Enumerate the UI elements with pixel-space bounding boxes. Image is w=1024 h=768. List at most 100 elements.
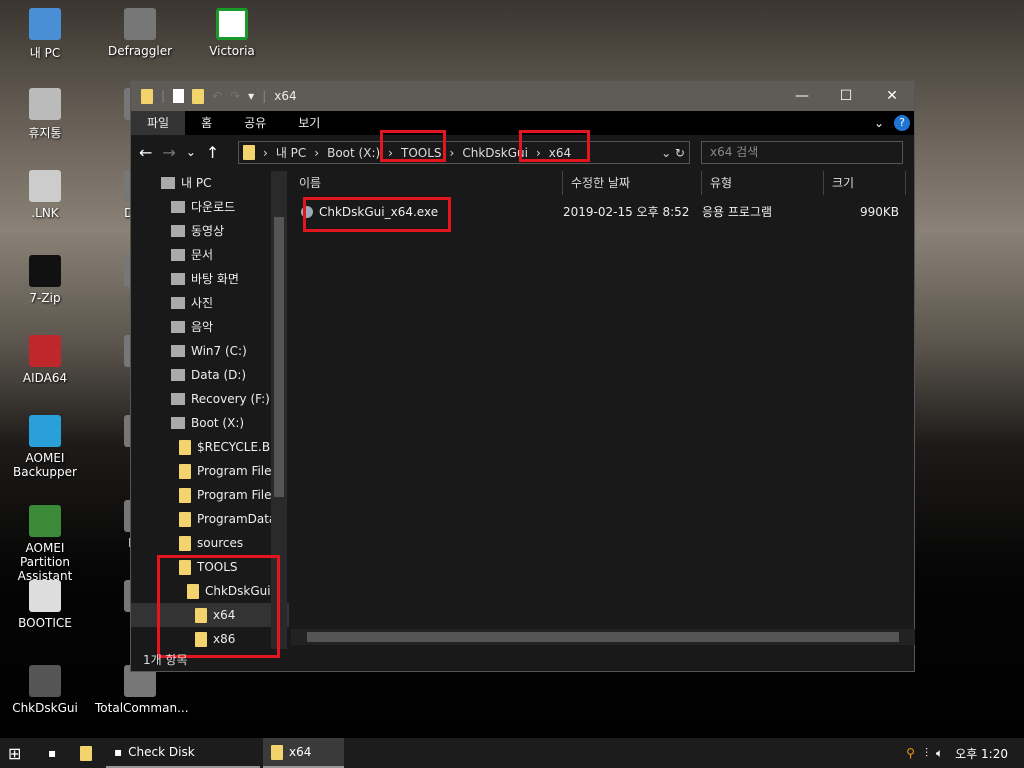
- clock[interactable]: 오후 1:20: [955, 745, 1008, 762]
- horizontal-scrollbar[interactable]: [291, 629, 915, 645]
- properties-icon[interactable]: [173, 89, 185, 103]
- tree-label: 동영상: [191, 224, 225, 238]
- column-headers: 이름 수정한 날짜 유형 크기: [291, 171, 915, 195]
- search-icon[interactable]: ⚲: [906, 746, 915, 760]
- customize-icon[interactable]: ▾: [248, 89, 254, 103]
- file-type: 응용 프로그램: [702, 205, 773, 219]
- column-size[interactable]: 크기: [824, 171, 906, 195]
- mixer-icon[interactable]: ⫶: [925, 746, 928, 761]
- recent-icon[interactable]: ⌄: [186, 145, 196, 159]
- location-icon: [171, 273, 185, 285]
- desktop-icon[interactable]: ChkDskGui: [0, 665, 90, 715]
- expand-ribbon-icon[interactable]: ⌄: [874, 116, 884, 130]
- refresh-icon[interactable]: ⌄ ↻: [661, 146, 685, 160]
- tree-item[interactable]: 사진: [131, 291, 289, 315]
- cmd-icon[interactable]: ▪: [40, 738, 72, 768]
- tree-label: 다운로드: [191, 200, 236, 214]
- location-icon: [171, 297, 185, 309]
- desktop-icon[interactable]: AOMEI Backupper: [0, 415, 90, 479]
- search-input[interactable]: x64 검색: [701, 141, 903, 164]
- column-name[interactable]: 이름: [291, 171, 563, 195]
- tree-item[interactable]: 문서: [131, 243, 289, 267]
- desktop-icon[interactable]: 7-Zip: [0, 255, 90, 305]
- tree-item[interactable]: $RECYCLE.BIN: [131, 435, 289, 459]
- title-bar[interactable]: | ↶ ↷ ▾ | x64 — ☐ ✕: [131, 81, 914, 111]
- folder-icon: [179, 463, 191, 479]
- explorer-window: | ↶ ↷ ▾ | x64 — ☐ ✕ 파일 홈 공유 보기 ⌄ ? ← → ⌄…: [130, 80, 915, 672]
- up-icon[interactable]: ↑: [206, 143, 219, 162]
- location-icon: [171, 225, 185, 237]
- tree-item[interactable]: sources: [131, 531, 289, 555]
- column-date[interactable]: 수정한 날짜: [563, 171, 702, 195]
- app-icon: [29, 415, 61, 447]
- tree-label: 사진: [191, 296, 214, 310]
- address-bar[interactable]: › 내 PC › Boot (X:) › TOOLS › ChkDskGui › x64 …: [238, 141, 690, 164]
- redo-icon[interactable]: ↷: [230, 89, 240, 103]
- desktop-icon[interactable]: BOOTICE: [0, 580, 90, 630]
- tab-home[interactable]: 홈: [185, 111, 228, 135]
- highlight-box: [380, 130, 446, 162]
- close-button[interactable]: ✕: [869, 81, 915, 111]
- desktop-icon[interactable]: TotalComman...: [95, 665, 189, 715]
- highlight-box: [519, 130, 590, 162]
- location-icon: [171, 201, 185, 213]
- app-icon: [29, 505, 61, 537]
- folder-icon: [141, 88, 153, 104]
- tree-item[interactable]: Program Files: [131, 483, 289, 507]
- tree-item[interactable]: ProgramData: [131, 507, 289, 531]
- desktop-icon[interactable]: .LNK: [0, 170, 90, 220]
- tree-label: 문서: [191, 248, 214, 262]
- tree-item[interactable]: 음악: [131, 315, 289, 339]
- app-icon: [29, 8, 61, 40]
- minimize-button[interactable]: —: [779, 81, 825, 111]
- location-icon: [171, 249, 185, 261]
- desktop-icon[interactable]: AIDA64: [0, 335, 90, 385]
- tree-item[interactable]: 바탕 화면: [131, 267, 289, 291]
- column-type[interactable]: 유형: [702, 171, 824, 195]
- breadcrumb-item[interactable]: 내 PC: [276, 144, 306, 161]
- victoria-icon: [216, 8, 248, 40]
- back-icon[interactable]: ←: [139, 143, 152, 162]
- folder-icon: [243, 145, 255, 160]
- file-explorer-icon[interactable]: [72, 738, 106, 768]
- tree-item[interactable]: 내 PC: [131, 171, 289, 195]
- tree-label: 내 PC: [181, 176, 212, 190]
- tree-label: 음악: [191, 320, 214, 334]
- volume-icon[interactable]: 🔈︎: [936, 746, 943, 761]
- icon-label: 내 PC: [29, 46, 61, 60]
- tree-item[interactable]: 동영상: [131, 219, 289, 243]
- icon-label: TotalComman...: [95, 701, 189, 715]
- tree-item[interactable]: Recovery (F:): [131, 387, 289, 411]
- app-icon: [29, 255, 61, 287]
- desktop-icon-victoria[interactable]: Victoria: [187, 8, 277, 58]
- location-icon: [161, 177, 175, 189]
- tree-item[interactable]: Win7 (C:): [131, 339, 289, 363]
- tree-item[interactable]: 다운로드: [131, 195, 289, 219]
- tab-file[interactable]: 파일: [131, 111, 186, 135]
- breadcrumb-item[interactable]: Boot (X:): [327, 146, 380, 160]
- desktop-icon[interactable]: Defraggler: [95, 8, 185, 58]
- forward-icon[interactable]: →: [162, 143, 175, 162]
- tab-view[interactable]: 보기: [282, 111, 336, 135]
- tab-share[interactable]: 공유: [228, 111, 282, 135]
- new-folder-icon[interactable]: [192, 88, 205, 104]
- undo-icon[interactable]: ↶: [212, 89, 222, 103]
- desktop-icon[interactable]: 내 PC: [0, 8, 90, 61]
- help-icon[interactable]: ?: [894, 115, 910, 131]
- taskbar-item-check-disk[interactable]: ▪ Check Disk: [106, 738, 260, 768]
- icon-label: Defraggler: [107, 44, 173, 58]
- maximize-button[interactable]: ☐: [823, 81, 869, 111]
- desktop-icon[interactable]: 휴지통: [0, 88, 90, 141]
- tree-item[interactable]: Boot (X:): [131, 411, 289, 435]
- taskbar-item-x64[interactable]: x64: [263, 738, 344, 768]
- icon-label: .LNK: [31, 206, 59, 220]
- folder-icon: [179, 487, 191, 503]
- start-button[interactable]: ⊞: [0, 738, 40, 768]
- taskbar: ⊞ ▪ ▪ Check Disk x64 ⚲ ⫶ 🔈︎ 오후 1:20: [0, 738, 1024, 768]
- desktop-icon[interactable]: AOMEI Partition Assistant: [0, 505, 90, 583]
- tree-item[interactable]: Data (D:): [131, 363, 289, 387]
- file-date: 2019-02-15 오후 8:52: [563, 205, 690, 219]
- highlight-box: [157, 555, 280, 658]
- tree-label: ProgramData: [197, 512, 277, 526]
- tree-item[interactable]: Program Files: [131, 459, 289, 483]
